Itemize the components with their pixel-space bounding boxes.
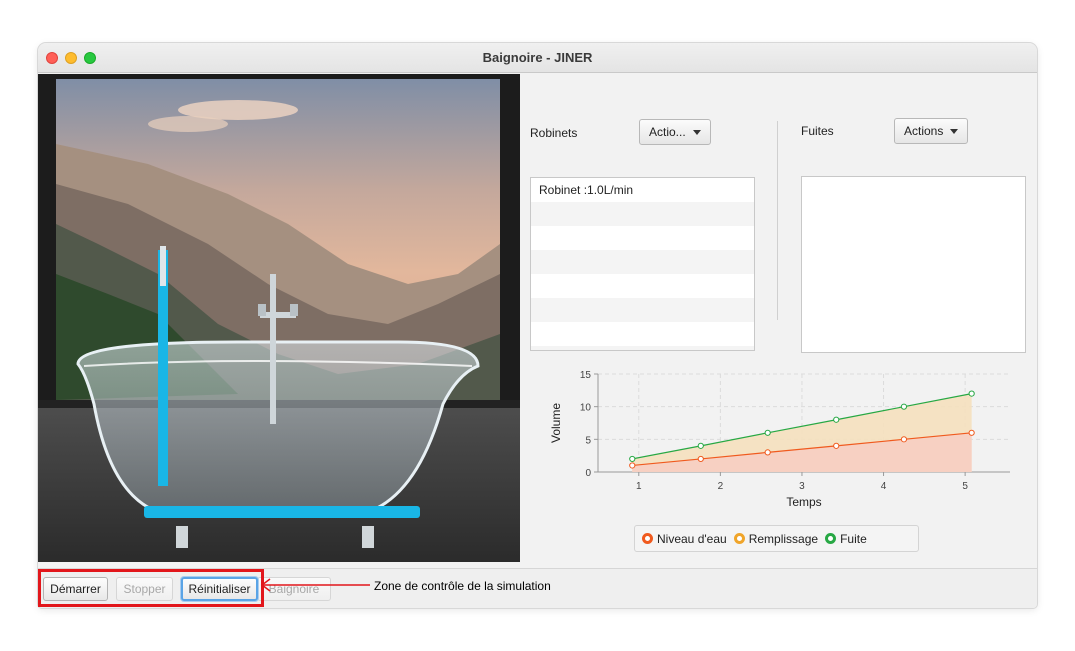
x-tick-label: 4 (881, 481, 887, 492)
fuites-actions-menu[interactable]: Actions (894, 118, 969, 144)
faucet (270, 274, 276, 424)
x-tick-label: 5 (962, 481, 968, 492)
x-tick-label: 3 (799, 481, 805, 492)
title-bar: Baignoire - JINER (38, 43, 1037, 73)
legend-item-remplissage: Remplissage (733, 532, 818, 546)
fuite-point (900, 403, 908, 410)
circle-marker-icon (733, 533, 745, 544)
control-zone-annotation: Zone de contrôle de la simulation (374, 579, 551, 593)
fuites-label: Fuites (801, 124, 834, 138)
y-tick-label: 15 (580, 370, 592, 381)
y-axis-label: Volume (549, 403, 563, 443)
niveau-point (697, 455, 704, 463)
chart-legend: Niveau d'eau Remplissage Fuite (634, 525, 919, 552)
app-window: Baignoire - JINER Robinets Actio... Robi… (38, 43, 1037, 608)
fuite-point (764, 429, 771, 436)
robinets-actions-label: Actio... (649, 125, 686, 139)
y-tick-label: 0 (585, 468, 591, 479)
chevron-down-icon (950, 128, 959, 134)
fuites-actions-label: Actions (904, 124, 944, 138)
fuites-list[interactable] (801, 176, 1026, 353)
control-zone-highlight (38, 569, 264, 607)
fuite-point (968, 390, 975, 397)
fuite-point (629, 455, 636, 463)
circle-marker-icon (642, 533, 653, 544)
section-divider (777, 121, 778, 320)
list-item[interactable]: Robinet :1.0L/min (531, 178, 754, 202)
x-tick-label: 1 (636, 481, 642, 492)
niveau-point (968, 429, 975, 436)
robinets-actions-menu[interactable]: Actio... (639, 119, 711, 145)
bathtub-scene (38, 74, 520, 562)
niveau-point (629, 462, 636, 469)
window-title: Baignoire - JINER (482, 50, 593, 65)
y-tick-label: 5 (585, 435, 591, 446)
niveau-point (764, 449, 771, 456)
fuite-point (697, 442, 704, 449)
circle-marker-icon (825, 533, 837, 544)
annotation-arrow-icon (260, 578, 370, 592)
volume-chart: 0 5 10 15 1 2 3 4 5 Temps Volume (549, 370, 1010, 509)
chevron-down-icon (692, 129, 701, 135)
robinets-label: Robinets (530, 126, 578, 140)
robinets-list[interactable]: Robinet :1.0L/min (530, 177, 755, 351)
niveau-point (833, 442, 840, 449)
x-tick-label: 2 (718, 481, 724, 492)
fuite-point (833, 416, 840, 423)
niveau-point (900, 436, 908, 443)
x-axis-label: Temps (786, 495, 821, 509)
legend-item-niveau: Niveau d'eau (642, 532, 727, 546)
y-tick-label: 10 (580, 403, 592, 414)
legend-item-fuite: Fuite (825, 532, 867, 546)
water-level (144, 506, 420, 518)
